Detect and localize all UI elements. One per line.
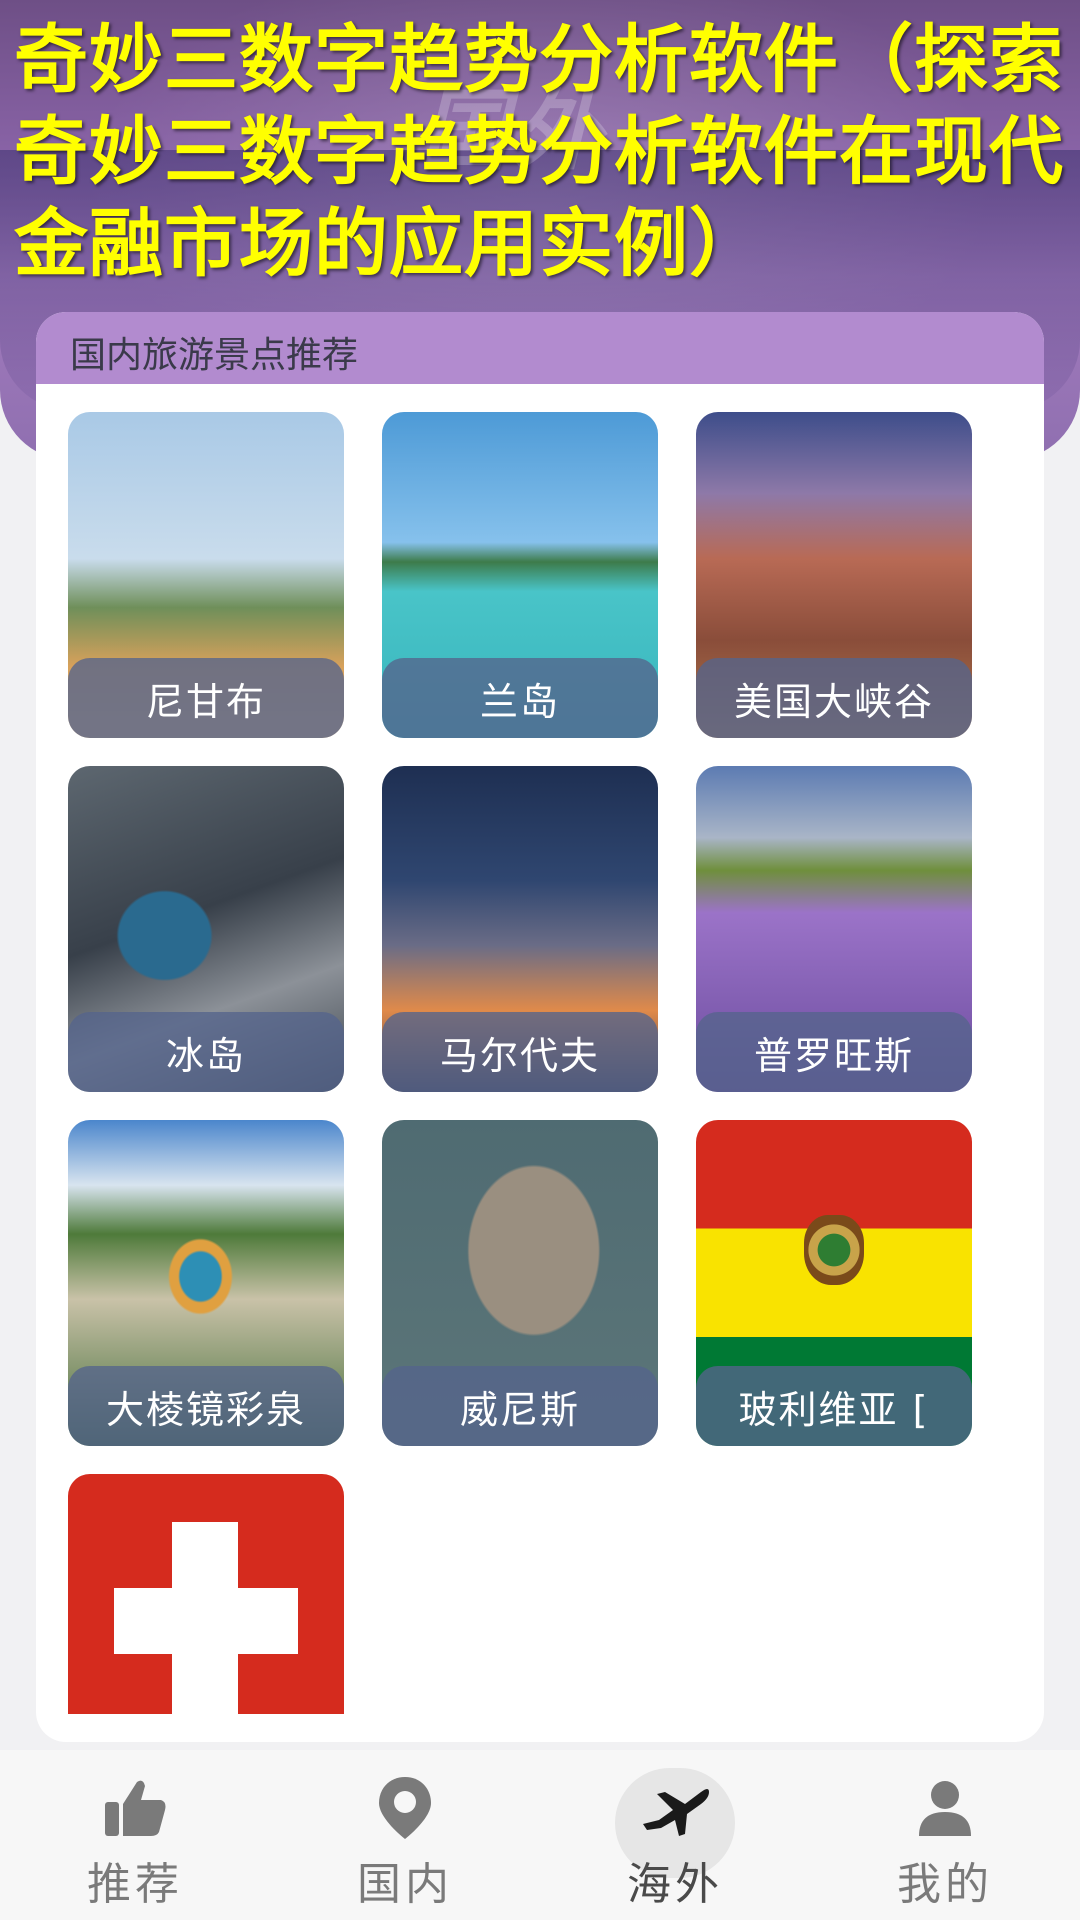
destination-name: 威尼斯 — [382, 1366, 658, 1446]
nav-tab-domestic[interactable]: 国内 — [270, 1750, 540, 1920]
destination-tile[interactable]: 兰岛 — [382, 412, 658, 738]
switzerland-flag — [68, 1474, 344, 1714]
destination-tile[interactable] — [68, 1474, 344, 1714]
destination-tile[interactable]: 大棱镜彩泉 — [68, 1120, 344, 1446]
airplane-icon — [639, 1772, 711, 1844]
nav-label: 我的 — [897, 1859, 993, 1910]
destination-tile[interactable]: 美国大峡谷 — [696, 412, 972, 738]
nav-label: 海外 — [627, 1859, 723, 1910]
destination-tile[interactable]: 冰岛 — [68, 766, 344, 1092]
destination-name: 尼甘布 — [68, 658, 344, 738]
destination-tile[interactable]: 威尼斯 — [382, 1120, 658, 1446]
user-icon — [909, 1772, 981, 1844]
section-title: 国内旅游景点推荐 — [70, 335, 359, 376]
destination-tile[interactable]: 普罗旺斯 — [696, 766, 972, 1092]
nav-tab-recommend[interactable]: 推荐 — [0, 1750, 270, 1920]
destination-name: 马尔代夫 — [382, 1012, 658, 1092]
destination-name: 普罗旺斯 — [696, 1012, 972, 1092]
thumbs-up-icon — [99, 1772, 171, 1844]
page-headline: 奇妙三数字趋势分析软件（探索奇妙三数字趋势分析软件在现代金融市场的应用实例） — [14, 17, 1064, 287]
location-pin-icon — [369, 1772, 441, 1844]
destination-name: 玻利维亚 [ — [696, 1366, 972, 1446]
destination-name: 美国大峡谷 — [696, 658, 972, 738]
bottom-nav: 推荐 国内 海外 我的 — [0, 1750, 1080, 1920]
section-header: 国内旅游景点推荐 — [36, 312, 1044, 384]
white-cross-icon — [114, 1588, 298, 1654]
destination-name: 冰岛 — [68, 1012, 344, 1092]
destination-tile[interactable]: 尼甘布 — [68, 412, 344, 738]
destination-tile[interactable]: 玻利维亚 [ — [696, 1120, 972, 1446]
nav-label: 推荐 — [87, 1859, 183, 1910]
destination-name: 兰岛 — [382, 658, 658, 738]
coat-of-arms-icon — [804, 1215, 864, 1285]
nav-label: 国内 — [357, 1859, 453, 1910]
destination-tile[interactable]: 马尔代夫 — [382, 766, 658, 1092]
destinations-card: 国内旅游景点推荐 尼甘布 兰岛 美国大峡谷 冰岛 马尔代夫 普罗旺斯 大棱镜彩泉… — [36, 312, 1044, 1742]
nav-tab-overseas[interactable]: 海外 — [540, 1750, 810, 1920]
app-screen: 国外 奇妙三数字趋势分析软件（探索奇妙三数字趋势分析软件在现代金融市场的应用实例… — [0, 0, 1080, 1920]
nav-tab-mine[interactable]: 我的 — [810, 1750, 1080, 1920]
destination-name: 大棱镜彩泉 — [68, 1366, 344, 1446]
